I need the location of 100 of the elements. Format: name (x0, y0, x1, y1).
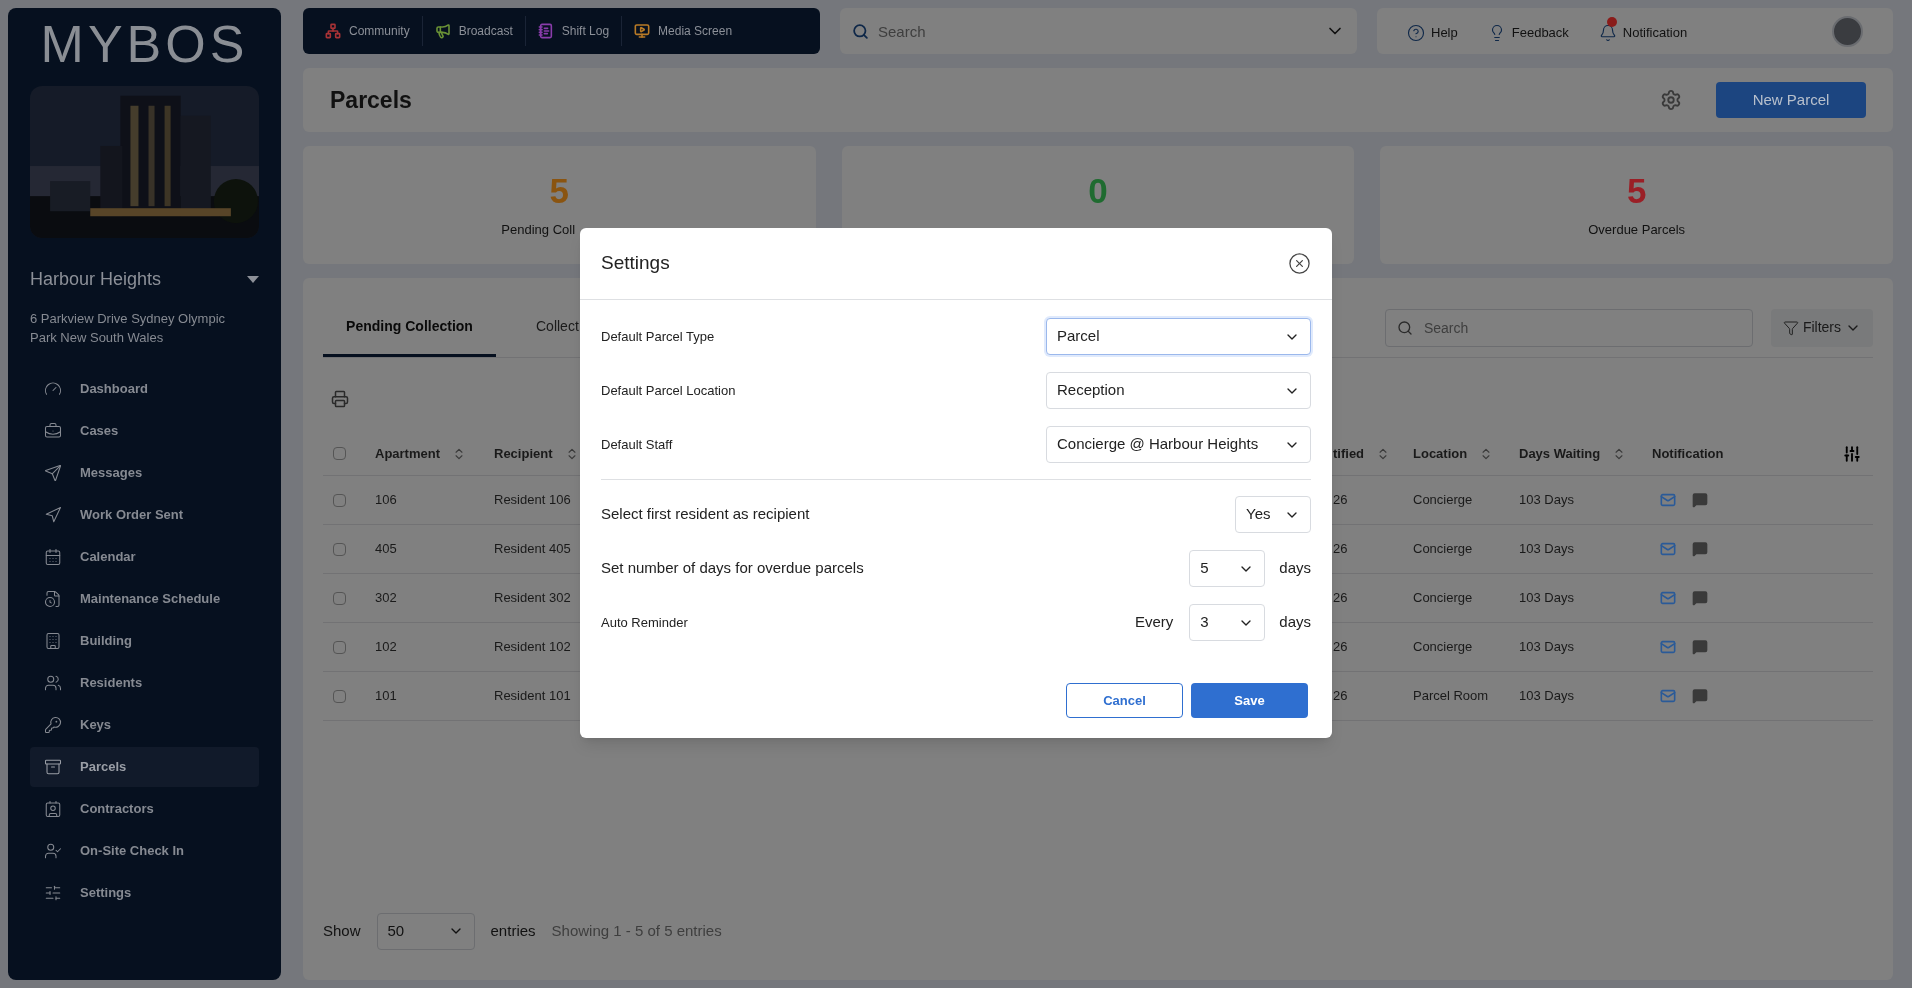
filter-icon (1782, 319, 1799, 336)
sidebar-item[interactable]: Parcels (30, 747, 259, 787)
briefcase-icon (44, 422, 62, 440)
option-label: Select first resident as recipient (601, 504, 810, 525)
sliders-icon (44, 884, 62, 902)
sidebar-item[interactable]: Work Order Sent (30, 495, 259, 535)
table-cell-text: 106 (375, 491, 397, 510)
header-link[interactable]: Feedback (1487, 17, 1569, 45)
chat-icon[interactable] (1692, 492, 1708, 508)
column-header: Notification (1652, 444, 1724, 463)
table-cell-text: 101 (375, 687, 397, 706)
row-checkbox[interactable] (333, 493, 346, 507)
table-cell-text: 26 (1333, 638, 1348, 657)
logo: MYBOS (39, 16, 250, 72)
tab[interactable]: Pending Collection (323, 298, 496, 357)
cancel-button[interactable]: Cancel (1066, 683, 1183, 718)
prefix-label: Every (1134, 612, 1174, 633)
dropdown[interactable]: 3 (1189, 604, 1266, 641)
dialog-title: Settings (601, 251, 670, 276)
quick-link[interactable]: Media Screen (634, 22, 733, 40)
chat-icon[interactable] (1692, 639, 1708, 655)
close-icon[interactable] (1288, 252, 1311, 275)
print-icon[interactable] (331, 390, 349, 408)
sidebar-item[interactable]: Residents (30, 663, 259, 703)
caret-icon[interactable] (247, 275, 259, 284)
arrow-icon (44, 506, 62, 524)
dropdown[interactable]: Parcel (1046, 318, 1311, 355)
email-icon[interactable] (1660, 590, 1676, 606)
table-cell-text: Concierge (1413, 491, 1473, 510)
header-link[interactable]: Help (1407, 17, 1458, 45)
stat-value: 0 (1088, 171, 1108, 211)
column-header: Location (1413, 444, 1468, 463)
sidebar-item[interactable]: On-Site Check In (30, 831, 259, 871)
table-cell-text: Concierge (1413, 589, 1473, 608)
search-field[interactable]: Search (840, 8, 1357, 54)
chat-icon[interactable] (1692, 590, 1708, 606)
field-label: Default Parcel Type (601, 327, 715, 346)
bell-icon (1598, 24, 1617, 42)
quick-link[interactable]: Community (325, 22, 410, 40)
table-cell-text: 103 Days (1519, 687, 1574, 706)
sidebar-item[interactable]: Keys (30, 705, 259, 745)
dropdown[interactable]: Yes (1235, 496, 1311, 533)
calendar-icon (44, 548, 62, 566)
sidebar-item[interactable]: Dashboard (30, 369, 259, 409)
property-name: Harbour Heights (30, 268, 162, 291)
avatar[interactable] (1832, 15, 1863, 47)
quick-link[interactable]: Shift Log (537, 22, 610, 40)
row-checkbox[interactable] (333, 640, 346, 654)
chat-icon[interactable] (1692, 541, 1708, 557)
new-parcel-button[interactable]: New Parcel (1716, 82, 1866, 118)
checkbox[interactable] (333, 447, 346, 460)
row-checkbox[interactable] (333, 591, 346, 605)
columns-icon[interactable] (1843, 444, 1861, 463)
sidebar-item[interactable]: Messages (30, 453, 259, 493)
field-label: Default Parcel Location (601, 381, 736, 400)
sidebar-item[interactable]: Contractors (30, 789, 259, 829)
search-icon (1396, 319, 1413, 336)
email-icon[interactable] (1660, 541, 1676, 557)
dropdown[interactable]: Concierge @ Harbour Heights (1046, 426, 1311, 463)
quick-link[interactable]: Broadcast (434, 22, 513, 40)
table-cell-text: Concierge (1413, 638, 1473, 657)
table-cell-text: 26 (1333, 540, 1348, 559)
column-header: Days Waiting (1519, 444, 1601, 463)
filters-button[interactable]: Filters (1770, 308, 1873, 347)
settings-icon[interactable] (1660, 89, 1682, 111)
building-icon (44, 632, 62, 650)
email-icon[interactable] (1660, 688, 1676, 704)
save-button[interactable]: Save (1191, 683, 1308, 718)
users-icon (44, 674, 62, 692)
entries-label: entries (490, 920, 536, 941)
gauge-icon (44, 380, 62, 398)
dropdown[interactable]: 5 (1189, 550, 1266, 587)
sidebar-item[interactable]: Calendar (30, 537, 259, 577)
field-label: Default Staff (601, 435, 673, 454)
dropdown[interactable]: Reception (1046, 372, 1311, 409)
entries-summary: Showing 1 - 5 of 5 entries (551, 920, 722, 941)
table-cell-text: 103 Days (1519, 638, 1574, 657)
table-cell-text: 26 (1333, 687, 1348, 706)
table-cell-text: 302 (375, 589, 397, 608)
table-cell-text: Resident 102 (494, 638, 571, 657)
sidebar-item[interactable]: Maintenance Schedule (30, 579, 259, 619)
header-link[interactable]: Notification (1598, 17, 1688, 45)
sidebar-item[interactable]: Cases (30, 411, 259, 451)
row-checkbox[interactable] (333, 689, 346, 703)
option-label: Set number of days for overdue parcels (601, 558, 864, 579)
stat-label: Overdue Parcels (1588, 222, 1686, 237)
row-checkbox[interactable] (333, 542, 346, 556)
column-header: tified (1333, 444, 1365, 463)
email-icon[interactable] (1660, 639, 1676, 655)
table-cell-text: 103 Days (1519, 491, 1574, 510)
table-search-field[interactable]: Search (1384, 308, 1753, 347)
chat-icon[interactable] (1692, 688, 1708, 704)
id-card-icon (44, 800, 62, 818)
stat-label: Pending Coll (501, 222, 576, 237)
table-cell-text: Concierge (1413, 540, 1473, 559)
email-icon[interactable] (1660, 492, 1676, 508)
page-size-select[interactable]: 50 (376, 912, 475, 950)
sidebar-item[interactable]: Building (30, 621, 259, 661)
sidebar-item[interactable]: Settings (30, 873, 259, 913)
option-label: Auto Reminder (601, 613, 688, 632)
